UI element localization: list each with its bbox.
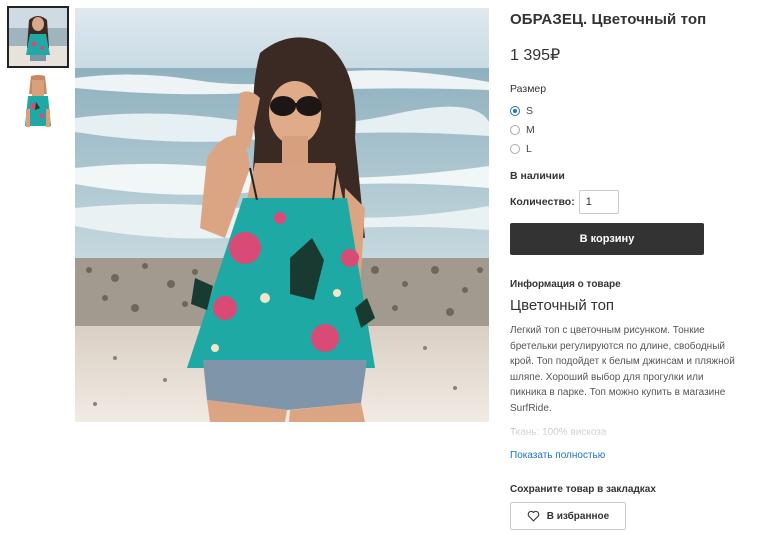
add-to-cart-button[interactable]: В корзину bbox=[510, 223, 704, 255]
size-option-s[interactable]: S bbox=[510, 101, 745, 120]
add-to-favorites-button[interactable]: В избранное bbox=[510, 502, 626, 530]
size-options: S M L bbox=[510, 101, 745, 158]
product-description: Легкий топ с цветочным рисунком. Тонкие … bbox=[510, 325, 735, 414]
size-option-label: M bbox=[526, 123, 535, 136]
size-option-label: S bbox=[526, 104, 534, 117]
size-option-m[interactable]: M bbox=[510, 120, 745, 139]
availability-status: В наличии bbox=[510, 170, 565, 182]
product-info-panel: ОБРАЗЕЦ. Цветочный топ 1 395₽ Размер S M… bbox=[510, 0, 745, 530]
product-title: ОБРАЗЕЦ. Цветочный топ bbox=[510, 11, 707, 28]
main-photo-image bbox=[75, 8, 489, 422]
quantity-input[interactable] bbox=[578, 190, 619, 214]
thumbnail-front[interactable] bbox=[7, 6, 69, 68]
radio-icon[interactable] bbox=[510, 124, 520, 135]
radio-icon[interactable] bbox=[510, 143, 520, 154]
product-name: Цветочный топ bbox=[510, 297, 615, 314]
quantity-row: Количество: bbox=[510, 190, 745, 214]
favorites-label: В избранное bbox=[546, 510, 610, 522]
radio-selected-icon[interactable] bbox=[510, 105, 520, 116]
product-price: 1 395₽ bbox=[510, 47, 561, 64]
show-more-link[interactable]: Показать полностью bbox=[510, 450, 605, 461]
size-label: Размер bbox=[510, 83, 547, 95]
product-info-heading: Информация о товаре bbox=[510, 279, 621, 290]
thumbnail-front-image bbox=[9, 8, 67, 66]
main-product-photo[interactable] bbox=[75, 8, 489, 422]
heart-icon bbox=[527, 510, 540, 522]
quantity-label: Количество: bbox=[510, 196, 575, 208]
bookmarks-heading: Сохраните товар в закладках bbox=[510, 484, 656, 495]
thumbnail-back-image bbox=[9, 74, 67, 132]
thumbnail-back[interactable] bbox=[9, 74, 67, 132]
product-fabric: Ткань: 100% вискоза bbox=[510, 421, 745, 442]
size-option-label: L bbox=[526, 142, 532, 155]
size-option-l[interactable]: L bbox=[510, 139, 745, 158]
thumbnail-list bbox=[7, 6, 69, 140]
